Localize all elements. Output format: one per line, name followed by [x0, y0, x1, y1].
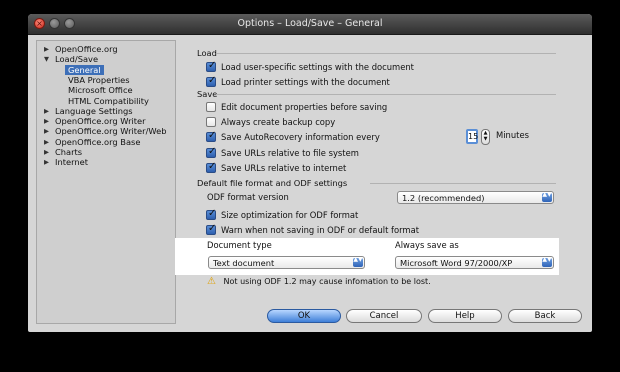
urls-internet-checkbox[interactable] — [206, 161, 216, 173]
tree-item-label: General — [68, 64, 101, 75]
tree-item-label: Charts — [55, 147, 83, 157]
tree-item-vba-properties[interactable]: VBA Properties — [68, 75, 130, 85]
disclosure-closed-icon[interactable]: ▶ — [44, 157, 49, 167]
save-section-heading: Save — [197, 89, 218, 99]
autorecovery-minutes-value: 15 — [468, 132, 479, 141]
always-save-as-label: Always save as — [395, 240, 459, 250]
odf-version-select[interactable]: 1.2 (recommended) ▲▼ — [397, 191, 554, 204]
backup-copy-checkbox[interactable] — [206, 117, 216, 127]
tree-item-label: HTML Compatibility — [68, 95, 149, 106]
tree-item-load-save[interactable]: ▼ Load/Save — [44, 54, 99, 65]
autorecovery-minutes-stepper[interactable]: ▲ ▼ — [481, 129, 490, 145]
document-type-value: Text document — [213, 258, 275, 268]
tree-item-language-settings[interactable]: ▶ Language Settings — [44, 105, 133, 116]
dropdown-arrows-icon: ▲▼ — [353, 257, 363, 267]
edit-properties-label: Edit document properties before saving — [221, 102, 388, 112]
minutes-label: Minutes — [496, 130, 529, 140]
warn-not-odf-label: Warn when not saving in ODF or default f… — [221, 225, 419, 235]
edit-properties-checkbox[interactable] — [206, 102, 216, 112]
autorecovery-checkbox[interactable] — [206, 130, 216, 142]
default-format-heading: Default file format and ODF settings — [197, 178, 348, 188]
title-bar: × Options – Load/Save – General — [28, 14, 592, 35]
options-tree[interactable]: ▶ OpenOffice.org ▼ Load/Save General VBA Prop… — [36, 40, 176, 324]
odf-version-label: ODF format version — [207, 192, 289, 202]
tree-item-microsoft-office[interactable]: Microsoft Office — [68, 85, 133, 95]
load-user-settings-checkbox[interactable] — [206, 60, 216, 72]
tree-item-label: Internet — [55, 157, 88, 168]
tree-item-label: OpenOffice.org — [55, 44, 118, 54]
disclosure-closed-icon[interactable]: ▶ — [44, 106, 49, 116]
disclosure-closed-icon[interactable]: ▶ — [44, 137, 49, 147]
document-type-label: Document type — [207, 240, 272, 250]
dropdown-arrows-icon: ▲▼ — [542, 192, 552, 202]
disclosure-open-icon[interactable]: ▼ — [44, 54, 49, 64]
always-save-as-value: Microsoft Word 97/2000/XP — [400, 258, 513, 268]
tree-item-label: VBA Properties — [68, 74, 130, 85]
odf-warning-text: Not using ODF 1.2 may cause infomation t… — [223, 277, 431, 286]
disclosure-closed-icon[interactable]: ▶ — [44, 116, 49, 126]
tree-item-label: OpenOffice.org Base — [55, 136, 141, 147]
ok-button[interactable]: OK — [267, 309, 341, 323]
tree-item-general[interactable]: General — [65, 64, 104, 75]
load-printer-settings-checkbox[interactable] — [206, 75, 216, 87]
cancel-button[interactable]: Cancel — [346, 309, 422, 323]
tree-item-openoffice-org-writer[interactable]: ▶ OpenOffice.org Writer — [44, 116, 146, 127]
urls-internet-label: Save URLs relative to internet — [221, 163, 347, 173]
load-user-settings-label: Load user-specific settings with the doc… — [221, 62, 414, 72]
save-section-rule — [216, 94, 556, 95]
tree-item-label: OpenOffice.org Writer — [55, 116, 146, 127]
disclosure-closed-icon[interactable]: ▶ — [44, 126, 49, 136]
autorecovery-label: Save AutoRecovery information every — [221, 132, 380, 142]
window-title: Options – Load/Save – General — [237, 18, 383, 29]
odf-warning-row: ⚠ Not using ODF 1.2 may cause infomation… — [207, 276, 431, 287]
load-printer-settings-label: Load printer settings with the document — [221, 77, 390, 87]
load-section-rule — [216, 53, 556, 54]
autorecovery-minutes-field[interactable]: 15 — [466, 129, 478, 144]
backup-copy-label: Always create backup copy — [221, 117, 336, 127]
size-optimization-label: Size optimization for ODF format — [221, 210, 359, 220]
disclosure-closed-icon[interactable]: ▶ — [44, 44, 49, 54]
disclosure-closed-icon[interactable]: ▶ — [44, 147, 49, 157]
warn-not-odf-checkbox[interactable] — [206, 223, 216, 235]
tree-item-openoffice-org-base[interactable]: ▶ OpenOffice.org Base — [44, 136, 141, 147]
help-button[interactable]: Help — [428, 309, 502, 323]
tree-item-label: Load/Save — [55, 54, 99, 65]
tree-item-internet[interactable]: ▶ Internet — [44, 157, 88, 168]
tree-item-openoffice-org[interactable]: ▶ OpenOffice.org — [44, 44, 118, 54]
urls-filesystem-checkbox[interactable] — [206, 146, 216, 158]
odf-version-value: 1.2 (recommended) — [402, 193, 485, 203]
tree-item-label: OpenOffice.org Writer/Web — [55, 126, 167, 137]
tree-item-html-compatibility[interactable]: HTML Compatibility — [68, 96, 149, 106]
stepper-down-icon: ▼ — [483, 136, 488, 142]
size-optimization-checkbox[interactable] — [206, 208, 216, 220]
urls-filesystem-label: Save URLs relative to file system — [221, 148, 359, 158]
tree-item-label: Microsoft Office — [68, 85, 133, 96]
always-save-as-select[interactable]: Microsoft Word 97/2000/XP ▲▼ — [395, 256, 554, 269]
warning-icon: ⚠ — [207, 276, 216, 287]
load-section-heading: Load — [197, 48, 217, 58]
tree-item-openoffice-org-writer-web[interactable]: ▶ OpenOffice.org Writer/Web — [44, 126, 167, 137]
dropdown-arrows-icon: ▲▼ — [542, 257, 552, 267]
document-type-select[interactable]: Text document ▲▼ — [208, 256, 365, 269]
tree-item-label: Language Settings — [55, 105, 133, 116]
default-format-rule — [370, 183, 556, 184]
tree-item-charts[interactable]: ▶ Charts — [44, 147, 83, 157]
back-button[interactable]: Back — [508, 309, 582, 323]
